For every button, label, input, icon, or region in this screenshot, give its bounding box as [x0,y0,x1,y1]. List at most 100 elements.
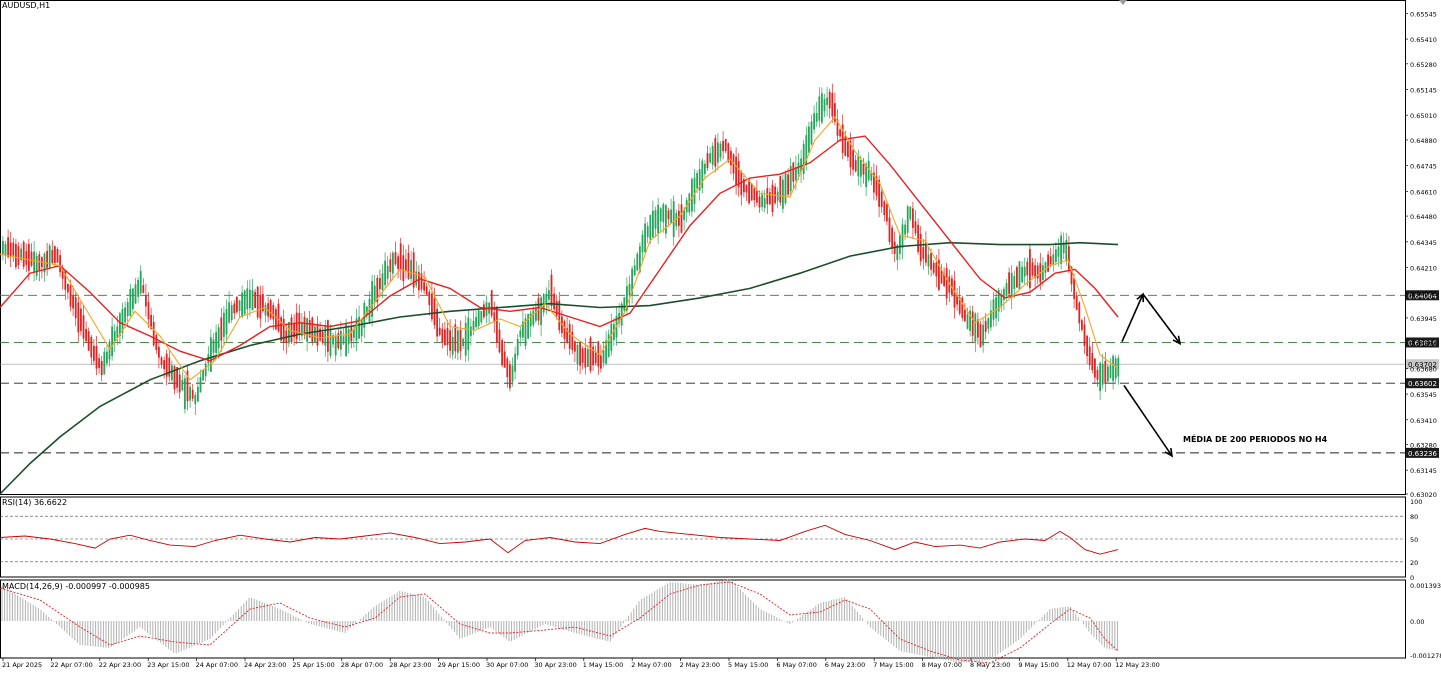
candle-body [324,325,327,346]
candle-body [116,326,119,338]
candle-body [503,351,506,368]
candle-body [147,301,150,320]
time-tick-label: 6 May 23:00 [825,661,865,669]
candle-body [649,214,652,240]
time-tick-label: 29 Apr 15:00 [438,661,480,669]
candle-body [584,347,587,368]
candle-body [311,317,314,342]
candle-body [477,310,480,326]
candle-body [15,244,17,268]
candle-body [904,224,906,235]
candle-body [979,324,982,347]
price-tick-label: 0.64075 [1410,290,1437,298]
candle-body [100,361,103,376]
candle-body [233,303,236,314]
candle-body [602,350,605,363]
candle-body [483,304,485,318]
candle-body [691,179,693,212]
candle-body [802,143,805,174]
candle-body [678,210,680,226]
candle-body [228,302,230,323]
candle-body [171,365,173,381]
candle-body [381,273,384,290]
candle-body [77,302,80,333]
scroll-marker-icon[interactable] [1119,0,1127,5]
time-tick-label: 8 May 23:00 [970,661,1010,669]
candle-body [899,235,901,254]
candle-body [953,280,956,308]
price-tick-label: 0.64880 [1410,137,1437,145]
candle-body [457,330,459,353]
candle-body [132,288,134,310]
candle-body [241,292,243,317]
time-tick-label: 5 May 15:00 [728,661,768,669]
candle-body [238,300,241,311]
candle-body [246,288,249,310]
candle-body [1021,266,1023,283]
candle-body [966,314,969,329]
candle-body [498,329,501,353]
price-tick-label: 0.64610 [1410,188,1437,196]
price-tick-label: 0.65545 [1410,10,1437,18]
arrow-line [1142,293,1181,345]
candle-body [303,316,306,335]
candle-body [1075,295,1078,310]
candle-body [792,162,795,182]
candle-body [106,351,108,364]
candle-body [665,205,667,234]
candle-body [1081,320,1083,330]
candle-body [857,155,860,177]
candle-body [509,364,511,389]
candle-body [129,289,132,316]
candle-body [735,156,737,186]
candle-body [823,98,826,112]
candle-body [386,265,389,279]
candle-body [272,304,275,320]
candle-body [212,339,215,353]
price-tick-label: 0.65280 [1410,61,1437,69]
candle-body [667,210,670,220]
candle-body [425,286,428,295]
candle-body [56,249,59,263]
candle-body [397,256,399,270]
candle-body [761,194,763,208]
candle-body [9,242,12,256]
candle-body [758,196,761,208]
time-tick-label: 2 May 07:00 [631,661,671,669]
candle-body [33,251,35,272]
rsi-pane [0,515,1405,563]
candle-body [519,330,522,338]
candle-body [964,310,966,321]
candle-body [264,304,267,316]
candle-body [142,285,145,293]
candle-body [256,286,259,318]
time-tick-label: 30 Apr 23:00 [534,661,576,669]
candle-body [860,160,862,177]
candle-body [80,308,82,331]
candle-body [828,91,831,109]
candle-body [831,93,834,117]
candle-body [451,337,454,355]
macd-tick-label: 0.00 [1410,618,1424,626]
candle-body [2,241,4,255]
time-axis: 21 Apr 2025 22 Apr 07:00 22 Apr 23:00 23 Ap… [2,658,1160,669]
candle-body [191,389,194,399]
candle-body [217,327,220,349]
candle-body [87,331,90,351]
price-tick-label: 0.63945 [1410,315,1437,323]
candle-body [880,191,883,207]
rsi-tick-label: 100 [1410,498,1422,506]
candle-body [501,340,503,366]
candle-body [633,265,636,276]
candle-body [1008,272,1010,294]
candle-body [1086,335,1088,357]
candle-body [329,330,332,356]
time-tick-label: 12 May 23:00 [1115,661,1160,669]
candle-body [189,386,191,401]
candle-body [714,138,717,167]
candle-body [808,126,810,153]
candle-body [730,150,732,166]
candle-body [30,251,33,266]
candle-body [210,337,212,372]
candle-body [932,263,935,273]
